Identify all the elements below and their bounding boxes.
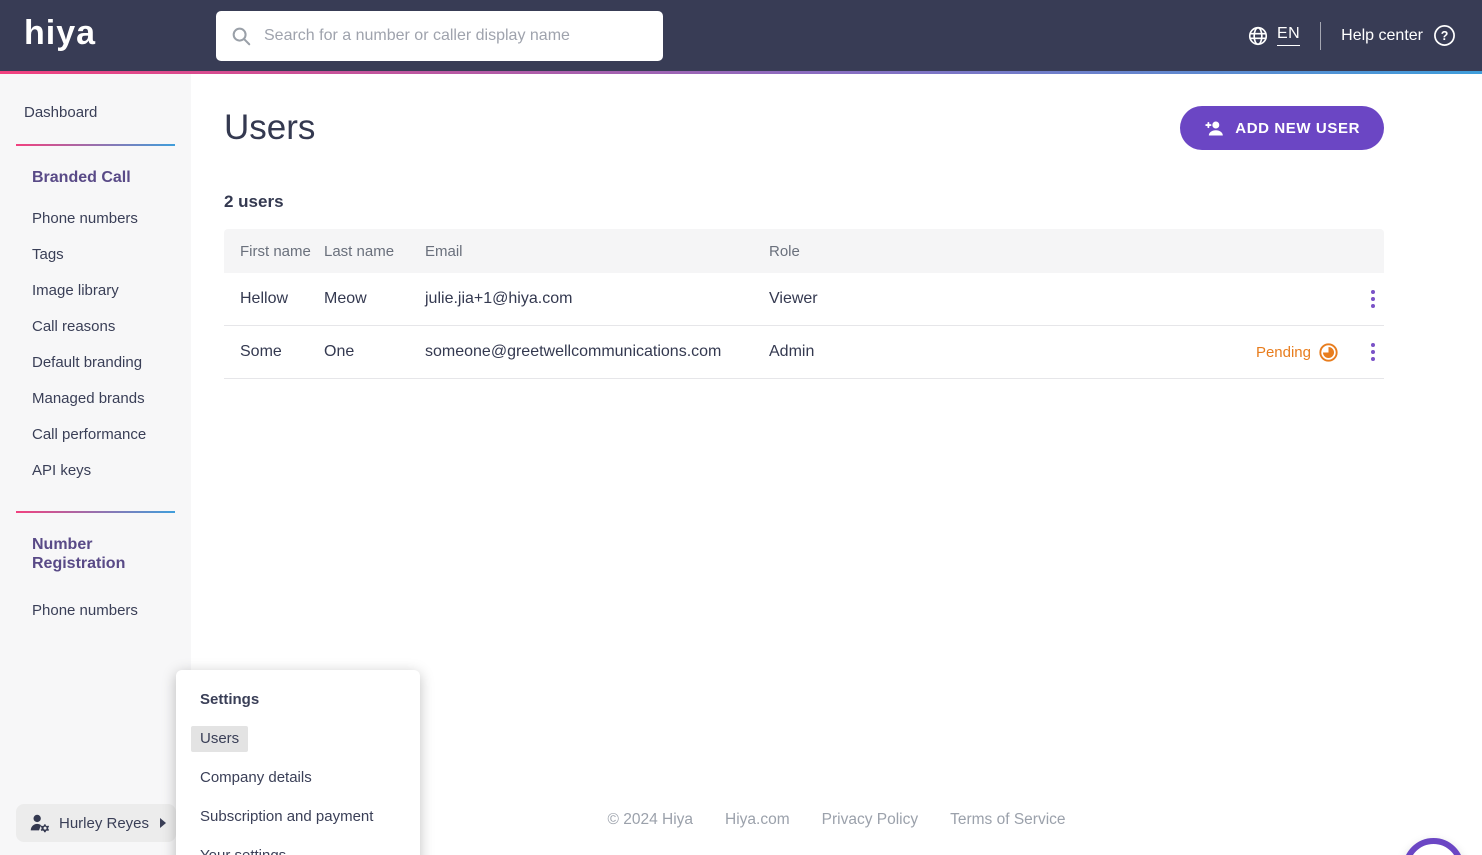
question-circle-icon[interactable]: ? (1433, 24, 1456, 47)
search-bar[interactable] (216, 11, 663, 61)
menu-item-your-settings[interactable]: Your settings (200, 843, 404, 855)
person-gear-icon (28, 812, 50, 834)
hiya-logo[interactable]: hiya (24, 14, 96, 53)
cell-email: julie.jia+1@hiya.com (425, 290, 573, 307)
language-selector[interactable]: EN (1247, 25, 1301, 47)
user-account-button[interactable]: Hurley Reyes (16, 804, 176, 842)
sidebar-divider (16, 511, 175, 513)
search-icon (230, 25, 252, 47)
menu-item-your-settings-label: Your settings (200, 843, 286, 855)
footer-link-hiya-com[interactable]: Hiya.com (725, 811, 790, 829)
sidebar-item-call-performance[interactable]: Call performance (32, 417, 191, 453)
status-pending-label: Pending (1255, 343, 1311, 361)
divider (1320, 21, 1322, 50)
sidebar-item-default-branding[interactable]: Default branding (32, 345, 191, 381)
menu-item-company-details[interactable]: Company details (200, 765, 404, 791)
sidebar-item-image-library[interactable]: Image library (32, 273, 191, 309)
sidebar-heading-number-registration: Number Registration (32, 536, 126, 572)
cell-last-name: One (324, 343, 355, 360)
sidebar-heading-branded-call: Branded Call (32, 169, 131, 186)
cell-first-name: Some (240, 343, 282, 360)
header-role: Role (769, 242, 800, 260)
top-navbar: hiya EN Help center (0, 0, 1482, 71)
person-add-icon (1204, 118, 1225, 139)
user-count: 2 users (224, 192, 284, 211)
cell-first-name: Hellow (240, 290, 289, 307)
footer-link-terms-of-service[interactable]: Terms of Service (950, 811, 1065, 829)
sidebar-item-dashboard[interactable]: Dashboard (24, 104, 191, 128)
user-name: Hurley Reyes (59, 814, 150, 832)
menu-item-subscription-payment-label: Subscription and payment (200, 808, 374, 825)
sidebar-item-phone-numbers[interactable]: Phone numbers (32, 201, 191, 237)
kebab-menu-icon[interactable] (1367, 339, 1379, 365)
help-center-link[interactable]: Help center ? (1341, 24, 1456, 47)
add-new-user-button[interactable]: ADD NEW USER (1180, 106, 1384, 150)
menu-item-users[interactable]: Users (191, 726, 404, 752)
settings-popup-menu: Settings Users Company details Subscript… (176, 670, 420, 855)
sidebar-item-tags[interactable]: Tags (32, 237, 191, 273)
menu-item-subscription-payment[interactable]: Subscription and payment (200, 804, 404, 830)
sidebar-item-managed-brands[interactable]: Managed brands (32, 381, 191, 417)
cell-last-name: Meow (324, 290, 367, 307)
sidebar-item-api-keys[interactable]: API keys (32, 453, 191, 489)
svg-text:?: ? (1441, 29, 1449, 43)
menu-item-users-label: Users (191, 726, 249, 752)
sidebar: Dashboard Branded Call Phone numbers Tag… (0, 74, 191, 855)
header-last-name: Last name (324, 242, 395, 260)
kebab-menu-icon[interactable] (1367, 286, 1379, 312)
pending-clock-icon (1319, 342, 1338, 362)
header-email: Email (425, 242, 463, 260)
cell-role: Viewer (769, 290, 818, 307)
sidebar-item-nr-phone-numbers[interactable]: Phone numbers (32, 593, 191, 629)
table-header-row: First name Last name Email Role (224, 229, 1384, 273)
sidebar-divider (16, 144, 175, 146)
cell-role: Admin (769, 343, 815, 360)
cell-email: someone@greetwellcommunications.com (425, 343, 722, 360)
globe-icon (1247, 25, 1269, 47)
add-new-user-label: ADD NEW USER (1235, 119, 1360, 137)
page-title: Users (224, 108, 316, 147)
header-first-name: First name (240, 242, 311, 260)
popup-heading: Settings (200, 691, 260, 708)
footer-link-privacy-policy[interactable]: Privacy Policy (822, 811, 918, 829)
caret-right-icon (160, 818, 166, 828)
table-row: Hellow Meow julie.jia+1@hiya.com Viewer (224, 273, 1384, 326)
search-input[interactable] (264, 27, 649, 45)
status-badge: Pending (1255, 342, 1338, 362)
sidebar-item-call-reasons[interactable]: Call reasons (32, 309, 191, 345)
footer-copyright: © 2024 Hiya (607, 811, 694, 828)
menu-item-company-details-label: Company details (200, 769, 312, 786)
help-center-label: Help center (1341, 26, 1423, 44)
table-row: Some One someone@greetwellcommunications… (224, 326, 1384, 379)
language-code[interactable]: EN (1276, 25, 1301, 46)
users-table: First name Last name Email Role Hellow M… (224, 229, 1384, 379)
